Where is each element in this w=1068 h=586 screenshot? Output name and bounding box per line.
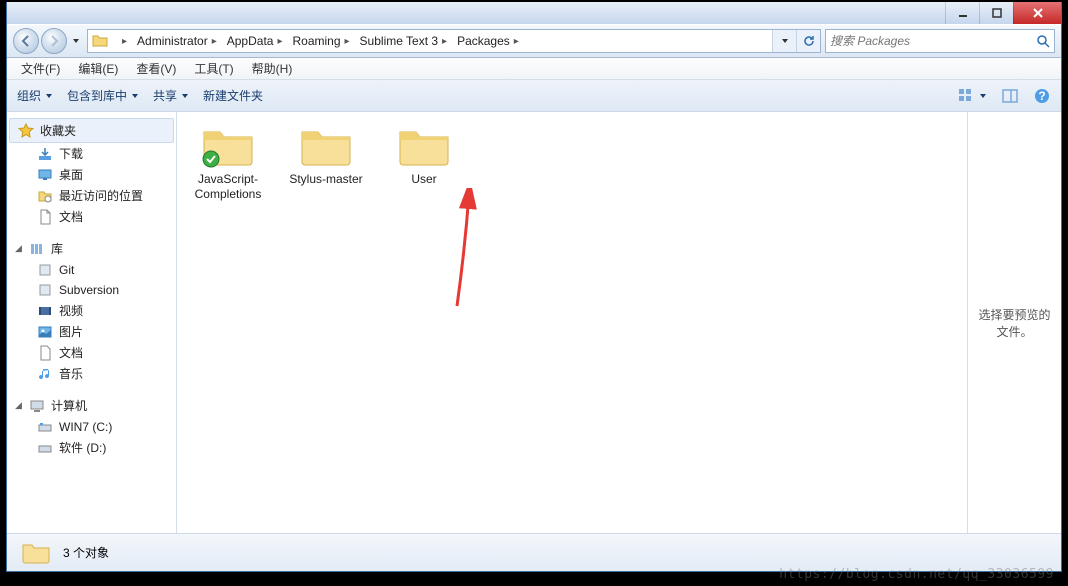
preview-placeholder: 选择要预览的文件。 — [976, 306, 1053, 340]
svn-icon — [37, 282, 53, 298]
download-icon — [37, 146, 53, 162]
breadcrumb-item[interactable]: Sublime Text 3▸ — [354, 30, 452, 52]
sidebar-item-drive-d[interactable]: 软件 (D:) — [7, 437, 176, 458]
menu-tools[interactable]: 工具(T) — [186, 58, 241, 79]
address-bar[interactable]: ▸ Administrator▸ AppData▸ Roaming▸ Subli… — [87, 29, 821, 53]
sidebar-item-drive-c[interactable]: WIN7 (C:) — [7, 417, 176, 437]
menu-file[interactable]: 文件(F) — [13, 58, 68, 79]
breadcrumb-root[interactable]: ▸ — [112, 30, 131, 52]
maximize-button[interactable] — [979, 2, 1013, 24]
folder-item[interactable]: JavaScript-Completions — [189, 124, 267, 202]
sidebar-item-videos[interactable]: 视频 — [7, 300, 176, 321]
star-icon — [18, 123, 34, 139]
video-icon — [37, 303, 53, 319]
folder-icon — [298, 124, 354, 168]
view-options-button[interactable] — [957, 87, 987, 105]
sidebar-item-svn[interactable]: Subversion — [7, 280, 176, 300]
menu-view[interactable]: 查看(V) — [128, 58, 184, 79]
forward-button[interactable] — [41, 28, 67, 54]
menu-edit[interactable]: 编辑(E) — [70, 58, 126, 79]
folder-item[interactable]: Stylus-master — [287, 124, 365, 187]
search-input[interactable] — [830, 34, 1032, 48]
breadcrumb-item[interactable]: Roaming▸ — [286, 30, 353, 52]
new-folder-button[interactable]: 新建文件夹 — [203, 87, 263, 104]
status-bar: 3 个对象 — [7, 533, 1061, 571]
document-icon — [37, 345, 53, 361]
folder-name: User — [385, 172, 463, 187]
close-button[interactable] — [1013, 2, 1061, 24]
drive-icon — [37, 440, 53, 456]
navigation-pane: 收藏夹 下载 桌面 最近访问的位置 文档 ◢库 Git Subversion 视… — [7, 112, 177, 533]
sidebar-item-downloads[interactable]: 下载 — [7, 143, 176, 164]
minimize-button[interactable] — [945, 2, 979, 24]
sidebar-item-git[interactable]: Git — [7, 260, 176, 280]
organize-dropdown[interactable]: 组织 — [17, 87, 53, 104]
nav-bar: ▸ Administrator▸ AppData▸ Roaming▸ Subli… — [7, 24, 1061, 58]
sidebar-item-documents-lib[interactable]: 文档 — [7, 342, 176, 363]
folder-icon — [21, 541, 51, 565]
check-badge-icon — [202, 150, 220, 168]
watermark: https://blog.csdn.net/qq_33036599 — [779, 567, 1054, 582]
sidebar-item-music[interactable]: 音乐 — [7, 363, 176, 384]
git-icon — [37, 262, 53, 278]
folder-name: JavaScript-Completions — [189, 172, 267, 202]
folder-name: Stylus-master — [287, 172, 365, 187]
folder-icon — [92, 33, 108, 49]
menu-help[interactable]: 帮助(H) — [244, 58, 301, 79]
folder-icon — [396, 124, 452, 168]
window-titlebar — [7, 2, 1061, 24]
file-list[interactable]: JavaScript-Completions Stylus-master Use… — [181, 112, 967, 533]
computer-group[interactable]: ◢计算机 — [7, 394, 176, 417]
svg-text:?: ? — [1038, 89, 1045, 103]
status-text: 3 个对象 — [63, 544, 109, 561]
drive-icon — [37, 419, 53, 435]
back-button[interactable] — [13, 28, 39, 54]
library-icon — [29, 241, 45, 257]
picture-icon — [37, 324, 53, 340]
music-icon — [37, 366, 53, 382]
help-button[interactable]: ? — [1033, 87, 1051, 105]
sidebar-item-pictures[interactable]: 图片 — [7, 321, 176, 342]
breadcrumb-item[interactable]: AppData▸ — [221, 30, 287, 52]
favorites-group[interactable]: 收藏夹 — [9, 118, 174, 143]
sidebar-item-documents[interactable]: 文档 — [7, 206, 176, 227]
search-icon — [1036, 34, 1050, 48]
breadcrumb-item[interactable]: Administrator▸ — [131, 30, 221, 52]
folder-item[interactable]: User — [385, 124, 463, 187]
recent-icon — [37, 188, 53, 204]
sidebar-item-desktop[interactable]: 桌面 — [7, 164, 176, 185]
preview-pane: 选择要预览的文件。 — [967, 112, 1061, 533]
explorer-window: ▸ Administrator▸ AppData▸ Roaming▸ Subli… — [6, 2, 1062, 572]
computer-icon — [29, 398, 45, 414]
desktop-icon — [37, 167, 53, 183]
command-bar: 组织 包含到库中 共享 新建文件夹 ? — [7, 80, 1061, 112]
address-dropdown[interactable] — [772, 30, 796, 52]
sidebar-item-recent[interactable]: 最近访问的位置 — [7, 185, 176, 206]
libraries-group[interactable]: ◢库 — [7, 237, 176, 260]
refresh-button[interactable] — [796, 30, 820, 52]
breadcrumb-item[interactable]: Packages▸ — [451, 30, 523, 52]
include-library-dropdown[interactable]: 包含到库中 — [67, 87, 139, 104]
preview-pane-button[interactable] — [1001, 87, 1019, 105]
annotation-arrow — [447, 188, 487, 308]
share-dropdown[interactable]: 共享 — [153, 87, 189, 104]
document-icon — [37, 209, 53, 225]
history-dropdown[interactable] — [69, 28, 83, 54]
menu-bar: 文件(F) 编辑(E) 查看(V) 工具(T) 帮助(H) — [7, 58, 1061, 80]
search-box[interactable] — [825, 29, 1055, 53]
